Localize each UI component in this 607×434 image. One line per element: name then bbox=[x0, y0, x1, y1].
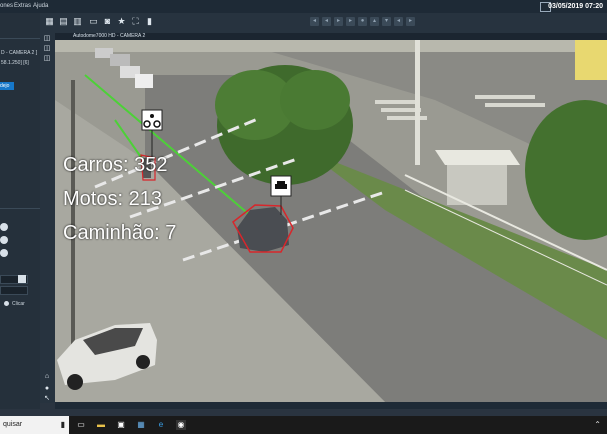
system-tray-icon[interactable]: ⌃ bbox=[594, 420, 601, 429]
select-field-2[interactable] bbox=[0, 286, 28, 295]
divider bbox=[0, 38, 40, 39]
bus-stop bbox=[435, 150, 520, 165]
ptz-button-9[interactable]: ▸ bbox=[406, 17, 415, 26]
info-icon[interactable]: ◫ bbox=[43, 35, 51, 43]
selected-item[interactable]: dejo bbox=[0, 82, 14, 90]
lock-icon[interactable]: ⌂ bbox=[43, 373, 51, 381]
control-knob-1[interactable] bbox=[0, 223, 8, 231]
menu-item-help[interactable]: Ajuda bbox=[33, 3, 48, 9]
fullscreen-icon[interactable]: ⛶ bbox=[130, 16, 141, 27]
network-icon[interactable]: ▦ bbox=[136, 420, 146, 430]
building bbox=[575, 40, 607, 80]
ptz-button-7[interactable]: ▾ bbox=[382, 17, 391, 26]
light-pole bbox=[415, 40, 420, 165]
menu-bar: ones Extras Ajuda 03/05/2019 07:20 bbox=[0, 0, 607, 13]
microphone-icon[interactable]: ▮ bbox=[61, 416, 65, 434]
ptz-button-5[interactable]: ● bbox=[358, 17, 367, 26]
edge-icon[interactable]: e bbox=[156, 420, 166, 430]
truck-count: Caminhão: 7 bbox=[63, 222, 177, 244]
camera-title-bar: Autodome7000 HD - CAMERA 2 bbox=[55, 33, 607, 40]
device-panel: D - CAMERA 2 ] 58.1.250] [6] dejo Clicar bbox=[0, 13, 40, 409]
toolbar: ▦ ▤ ▥ ▭ ◙ ★ ⛶ ▮ ◂ ◂ ▸ ▸ ● ▴ ▾ ◂ ▸ bbox=[40, 13, 607, 34]
monitor-icon[interactable]: ▭ bbox=[88, 16, 99, 27]
background bbox=[55, 40, 607, 52]
ptz-button-1[interactable]: ◂ bbox=[310, 17, 319, 26]
ptz-button-8[interactable]: ◂ bbox=[394, 17, 403, 26]
taskbar: quisar ▮ ▭ ▬ ▣ ▦ e ◉ ⌃ bbox=[0, 416, 607, 434]
layout-icon[interactable]: ▦ bbox=[44, 16, 55, 27]
horizontal-scrollbar[interactable] bbox=[55, 402, 607, 409]
microphone-icon[interactable]: ▮ bbox=[144, 16, 155, 27]
vertical-toolbar: ◫ ◫ ◫ ⌂ ● ↖ bbox=[40, 33, 55, 403]
folder-icon[interactable]: ▬ bbox=[96, 420, 106, 430]
grid-icon[interactable]: ▤ bbox=[58, 16, 69, 27]
ptz-button-2[interactable]: ◂ bbox=[322, 17, 331, 26]
control-knob-2[interactable] bbox=[0, 236, 8, 244]
counter-overlay: Carros: 352 Motos: 213 Caminhão: 7 bbox=[63, 148, 176, 250]
record-radio[interactable] bbox=[4, 301, 9, 306]
selected-item-label: dejo bbox=[0, 83, 10, 89]
device-name[interactable]: D - CAMERA 2 ] bbox=[1, 50, 37, 56]
ptz-button-6[interactable]: ▴ bbox=[370, 17, 379, 26]
search-placeholder: quisar bbox=[3, 421, 23, 428]
device-address[interactable]: 58.1.250] [6] bbox=[1, 60, 29, 66]
camera-icon[interactable]: ◙ bbox=[102, 16, 113, 27]
car-count: Carros: 352 bbox=[63, 154, 168, 176]
pointer-icon[interactable]: ↖ bbox=[43, 395, 51, 403]
divider bbox=[0, 208, 40, 209]
record-label: Clicar bbox=[12, 301, 25, 307]
app-icon[interactable]: ▣ bbox=[116, 420, 126, 430]
search-box[interactable]: quisar ▮ bbox=[0, 416, 69, 434]
menu-item-options[interactable]: ones bbox=[0, 3, 13, 9]
camera-list-icon[interactable]: ◫ bbox=[43, 55, 51, 63]
task-view-icon[interactable]: ▭ bbox=[76, 420, 86, 430]
control-knob-3[interactable] bbox=[0, 249, 8, 257]
list-icon[interactable]: ▥ bbox=[72, 16, 83, 27]
moto-count: Motos: 213 bbox=[63, 188, 162, 210]
star-icon[interactable]: ★ bbox=[116, 16, 127, 27]
camera-app-icon[interactable]: ◉ bbox=[176, 420, 186, 430]
ptz-button-3[interactable]: ▸ bbox=[334, 17, 343, 26]
record-icon[interactable]: ● bbox=[43, 385, 51, 393]
settings-icon[interactable]: ◫ bbox=[43, 45, 51, 53]
ptz-button-4[interactable]: ▸ bbox=[346, 17, 355, 26]
datetime-display: 03/05/2019 07:20 bbox=[548, 3, 603, 10]
checkbox[interactable] bbox=[18, 275, 26, 283]
menu-item-extras[interactable]: Extras bbox=[14, 3, 31, 9]
camera-title: Autodome7000 HD - CAMERA 2 bbox=[73, 33, 146, 39]
